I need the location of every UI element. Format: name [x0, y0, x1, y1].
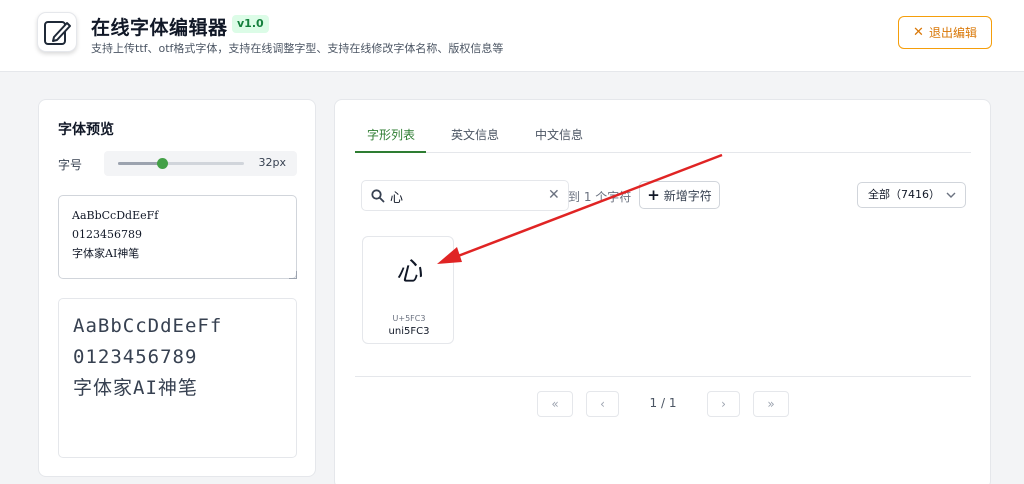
slider-fill	[118, 162, 163, 165]
rendered-preview: AaBbCcDdEeFf 0123456789 字体家AI神笔	[58, 298, 297, 458]
chevron-down-icon	[946, 192, 956, 198]
tab-glyph-list[interactable]: 字形列表	[367, 126, 415, 143]
filter-selected-value: 全部（7416）	[868, 188, 940, 201]
exit-edit-label: 退出编辑	[928, 26, 977, 40]
glyph-filter-select[interactable]: 全部（7416）	[857, 182, 966, 208]
plus-icon: +	[647, 185, 660, 204]
font-size-slider-box: 32px	[104, 151, 297, 176]
font-size-value: 32px	[258, 156, 287, 169]
x-icon: ✕	[913, 25, 924, 40]
next-page-button[interactable]: ›	[707, 391, 740, 417]
search-result-count: 到 1 个字符	[568, 190, 632, 204]
font-preview-panel: 字体预览 字号 32px AaBbCcDdEeFf 0123456789 字体家…	[38, 99, 316, 477]
pen-edit-icon	[44, 21, 71, 45]
glyph-search-box: ✕	[361, 180, 569, 211]
first-page-button[interactable]: «	[537, 391, 573, 417]
glyph-unicode: U+5FC3	[392, 314, 426, 323]
tab-chinese-info[interactable]: 中文信息	[535, 126, 583, 143]
slider-thumb[interactable]	[157, 158, 169, 169]
glyph-preview-char: 心	[395, 257, 422, 287]
preview-title: 字体预览	[58, 122, 114, 138]
tab-english-info[interactable]: 英文信息	[451, 126, 499, 143]
font-size-slider[interactable]	[118, 158, 244, 169]
textarea-resize-handle[interactable]	[289, 271, 297, 279]
glyph-panel: 字形列表 英文信息 中文信息 ✕ 到 1 个字符 + 新增字符 全部（7416）…	[334, 99, 991, 484]
add-glyph-label: 新增字符	[663, 188, 712, 203]
glyph-card[interactable]: 心 U+5FC3 uni5FC3	[362, 236, 454, 344]
tab-bar: 字形列表 英文信息 中文信息	[355, 118, 971, 153]
glyph-name: uni5FC3	[388, 326, 430, 337]
font-size-label: 字号	[58, 158, 83, 172]
sample-text-input[interactable]: AaBbCcDdEeFf 0123456789 字体家AI神笔	[58, 195, 297, 279]
search-icon	[371, 189, 385, 203]
app-title: 在线字体编辑器	[91, 17, 228, 39]
glyph-search-input[interactable]	[390, 187, 530, 205]
exit-edit-button[interactable]: ✕ 退出编辑	[898, 16, 992, 49]
pagination-divider	[355, 376, 971, 377]
last-page-button[interactable]: »	[753, 391, 789, 417]
version-badge: v1.0	[232, 15, 269, 33]
close-icon[interactable]: ✕	[548, 187, 560, 203]
prev-page-button[interactable]: ‹	[586, 391, 619, 417]
page-indicator: 1 / 1	[649, 396, 677, 410]
app-subtitle: 支持上传ttf、otf格式字体，支持在线调整字型、支持在线修改字体名称、版权信息…	[91, 42, 504, 55]
active-tab-indicator	[355, 151, 426, 153]
app-logo	[37, 12, 77, 52]
add-glyph-button[interactable]: + 新增字符	[639, 181, 720, 209]
app-header: 在线字体编辑器 v1.0 支持上传ttf、otf格式字体，支持在线调整字型、支持…	[0, 0, 1024, 72]
